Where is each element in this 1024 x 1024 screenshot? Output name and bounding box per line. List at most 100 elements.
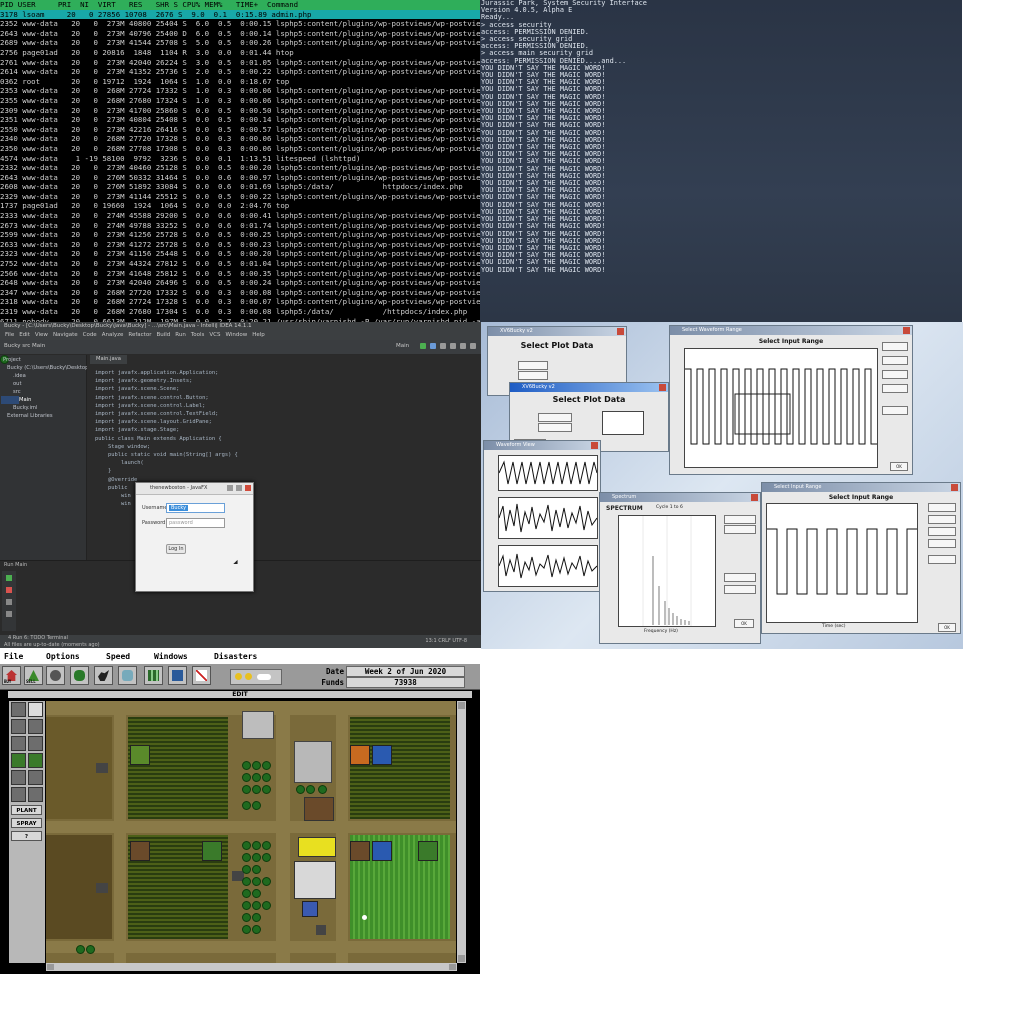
debug-icon[interactable] xyxy=(430,343,436,349)
crop-field[interactable] xyxy=(350,717,450,819)
tree-icon[interactable] xyxy=(242,801,251,810)
window-title[interactable]: Spectrum xyxy=(600,493,760,502)
water-icon[interactable] xyxy=(372,841,392,861)
htop-process-row[interactable]: 2648 www-data 20 0 273M 42040 26496 S 0.… xyxy=(0,278,480,288)
htop-process-row[interactable]: 2319 www-data 20 0 268M 27680 17304 S 0.… xyxy=(0,307,480,317)
htop-process-row[interactable]: 2761 www-data 20 0 273M 42040 26224 S 3.… xyxy=(0,58,480,68)
htop-process-row[interactable]: 2309 www-data 20 0 273M 41700 25860 S 0.… xyxy=(0,106,480,116)
code-line[interactable]: } xyxy=(95,467,238,475)
magnify-tool[interactable] xyxy=(28,702,43,717)
tree-item[interactable]: out xyxy=(1,380,22,388)
option-box[interactable] xyxy=(518,371,548,380)
side-button[interactable] xyxy=(724,515,756,524)
status-position[interactable]: 13:1 CRLF UTF-8 xyxy=(425,638,467,645)
tree-icon[interactable] xyxy=(252,901,261,910)
htop-process-row[interactable]: 2689 www-data 20 0 273M 41544 25708 S 5.… xyxy=(0,38,480,48)
tractor-button[interactable] xyxy=(46,666,65,685)
tree-item[interactable]: External Libraries xyxy=(1,412,53,420)
ok-button[interactable]: OK xyxy=(734,619,754,628)
htop-process-row[interactable]: 2752 www-data 20 0 273M 44324 27812 S 0.… xyxy=(0,259,480,269)
window-title[interactable]: Select Waveform Range xyxy=(670,326,912,335)
tree-icon[interactable] xyxy=(262,773,271,782)
menu-item-edit[interactable]: Edit xyxy=(19,332,30,338)
help-icon[interactable] xyxy=(470,343,476,349)
menu-file[interactable]: File xyxy=(4,649,23,664)
htop-column-header[interactable]: PID USER PRI NI VIRT RES SHR S CPU% MEM%… xyxy=(0,0,480,10)
tree-icon[interactable] xyxy=(252,853,261,862)
tree-icon[interactable] xyxy=(252,801,261,810)
side-button[interactable] xyxy=(928,555,956,564)
scroll-end-icon[interactable] xyxy=(6,611,12,617)
sheep-icon[interactable] xyxy=(362,915,367,920)
htop-process-row[interactable]: 0362 root 20 0 19712 1924 1064 S 1.0 0.0… xyxy=(0,77,480,87)
menu-item-view[interactable]: View xyxy=(35,332,48,338)
settings-icon[interactable] xyxy=(450,343,456,349)
menu-speed[interactable]: Speed xyxy=(106,649,130,664)
side-button[interactable] xyxy=(882,356,908,365)
window-title[interactable]: Select Input Range xyxy=(762,483,960,492)
field-marker[interactable] xyxy=(298,837,336,857)
barn-building[interactable] xyxy=(242,711,274,739)
vertical-scrollbar[interactable] xyxy=(457,701,466,963)
window-title[interactable]: XV6Bucky v2 xyxy=(488,327,626,336)
tree-item[interactable]: src xyxy=(1,388,21,396)
username-field[interactable]: Bucky xyxy=(166,503,225,513)
grid-button[interactable] xyxy=(144,666,163,685)
tree-icon[interactable] xyxy=(262,841,271,850)
buy-button[interactable]: BUY xyxy=(2,666,21,685)
menu-item-help[interactable]: Help xyxy=(252,332,265,338)
htop-process-row[interactable]: 2323 www-data 20 0 273M 41156 25448 S 0.… xyxy=(0,249,480,259)
tree-item[interactable]: Bucky.iml xyxy=(1,404,37,412)
field-tool[interactable] xyxy=(11,753,26,768)
list-box[interactable] xyxy=(602,411,644,435)
tree-icon[interactable] xyxy=(252,773,261,782)
tree-icon[interactable] xyxy=(252,841,261,850)
build-icon[interactable] xyxy=(440,343,446,349)
htop-process-row[interactable]: 4574 www-data 1 -19 58100 9792 3236 S 0.… xyxy=(0,154,480,164)
tree-icon[interactable] xyxy=(86,945,95,954)
htop-process-row[interactable]: 2756 page01ad 20 0 20816 1848 1104 R 3.0… xyxy=(0,48,480,58)
code-line[interactable]: import javafx.stage.Stage; xyxy=(95,426,238,434)
trees-button[interactable] xyxy=(70,666,89,685)
scroll-left-icon[interactable] xyxy=(47,964,54,970)
menu-item-analyze[interactable]: Analyze xyxy=(102,332,124,338)
side-button[interactable] xyxy=(928,527,956,536)
menu-item-tools[interactable]: Tools xyxy=(191,332,205,338)
tree-icon[interactable] xyxy=(252,889,261,898)
side-button[interactable] xyxy=(724,585,756,594)
tree-icon[interactable] xyxy=(242,877,251,886)
tree-icon[interactable] xyxy=(252,785,261,794)
tree-icon[interactable] xyxy=(242,913,251,922)
run-header[interactable]: Run Main xyxy=(4,562,27,568)
menu-item-window[interactable]: Window xyxy=(226,332,248,338)
plant-button[interactable]: PLANT xyxy=(11,805,42,815)
tree-icon[interactable] xyxy=(242,925,251,934)
pipe-tool[interactable] xyxy=(11,736,26,751)
option-box[interactable] xyxy=(518,361,548,370)
tree-icon[interactable] xyxy=(242,841,251,850)
side-button[interactable] xyxy=(928,515,956,524)
wheat-icon[interactable] xyxy=(130,841,150,861)
waveform-plot-2[interactable] xyxy=(498,497,598,539)
menu-item-file[interactable]: File xyxy=(5,332,14,338)
htop-process-row[interactable]: 2614 www-data 20 0 273M 41352 25736 S 2.… xyxy=(0,67,480,77)
menu-item-run[interactable]: Run xyxy=(175,332,186,338)
option-box[interactable] xyxy=(538,423,572,432)
htop-process-row[interactable]: 2599 www-data 20 0 273M 41256 25728 S 0.… xyxy=(0,230,480,240)
tree-icon[interactable] xyxy=(242,889,251,898)
crop-icon[interactable] xyxy=(350,841,370,861)
tree-icon[interactable] xyxy=(252,913,261,922)
weather-button[interactable] xyxy=(118,666,137,685)
close-icon[interactable] xyxy=(751,494,758,501)
corn-icon[interactable] xyxy=(130,745,150,765)
close-icon[interactable] xyxy=(659,384,666,391)
htop-process-row[interactable]: 2333 www-data 20 0 274M 45588 29200 S 0.… xyxy=(0,211,480,221)
menu-windows[interactable]: Windows xyxy=(154,649,188,664)
waveform-plot[interactable] xyxy=(684,348,878,468)
tree-icon[interactable] xyxy=(262,761,271,770)
tree-item[interactable]: Bucky (C:\Users\Bucky\Desktop\Bucky) xyxy=(1,364,108,372)
menu-item-navigate[interactable]: Navigate xyxy=(53,332,78,338)
htop-process-row[interactable]: 2352 www-data 20 0 273M 40800 25404 S 6.… xyxy=(0,19,480,29)
close-icon[interactable] xyxy=(591,442,598,449)
side-button[interactable] xyxy=(928,503,956,512)
